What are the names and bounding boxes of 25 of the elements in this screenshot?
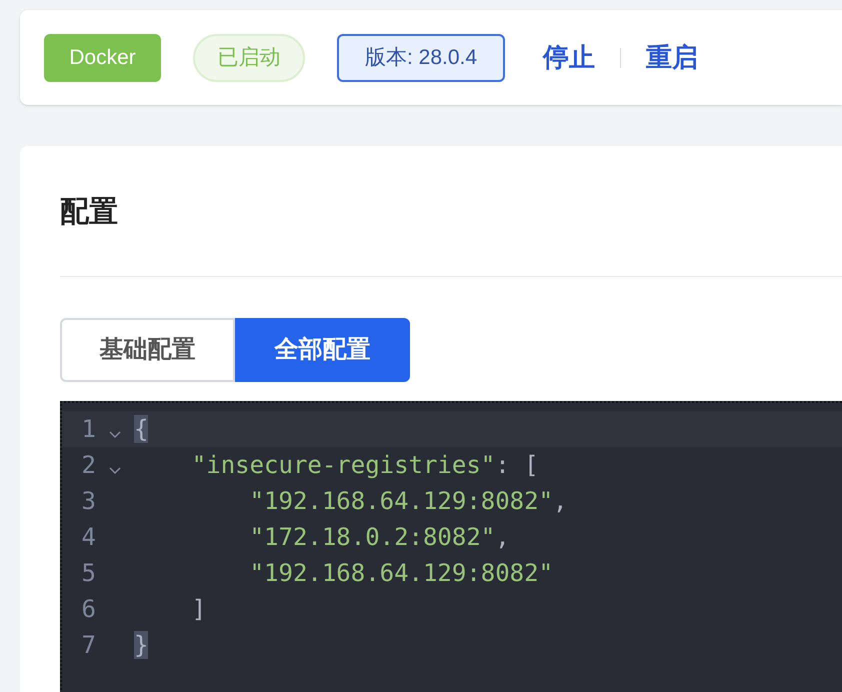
line-number: 7 — [80, 630, 96, 661]
action-link[interactable]: 停止 — [543, 38, 595, 77]
chevron-down-icon[interactable] — [109, 467, 121, 475]
line-number: 3 — [80, 486, 96, 517]
status-badge: 已启动 — [193, 34, 305, 82]
section-title: 配置 — [60, 195, 119, 230]
version-tag: 版本: 28.0.4 — [337, 34, 505, 82]
chevron-down-icon[interactable] — [109, 431, 121, 439]
line-number: 1 — [80, 414, 96, 445]
code-editor[interactable]: 1 { 2 "insecure-registries": [ 3 "192.168.64.129:8082", 4 "172.18.0.2:8082", 5 "192.168.64.129:8082" 6 ] 7 } — [60, 401, 842, 692]
line-number: 2 — [80, 450, 96, 481]
code-text: ] — [190, 594, 206, 625]
line-number: 6 — [80, 594, 96, 625]
code-text: { — [134, 414, 148, 445]
line-number: 5 — [80, 558, 96, 589]
config-tab[interactable]: 基础配置 — [60, 318, 235, 382]
app-badge: Docker — [44, 34, 161, 82]
line-number: 4 — [80, 522, 96, 553]
code-text: "192.168.64.129:8082", — [248, 486, 568, 517]
action-link[interactable]: 重启 — [646, 38, 698, 77]
code-text: "insecure-registries": [ — [190, 450, 539, 481]
config-tab[interactable]: 全部配置 — [235, 318, 410, 382]
code-text: "192.168.64.129:8082" — [248, 558, 554, 589]
code-text: "172.18.0.2:8082", — [248, 522, 510, 553]
code-text: } — [134, 630, 148, 661]
